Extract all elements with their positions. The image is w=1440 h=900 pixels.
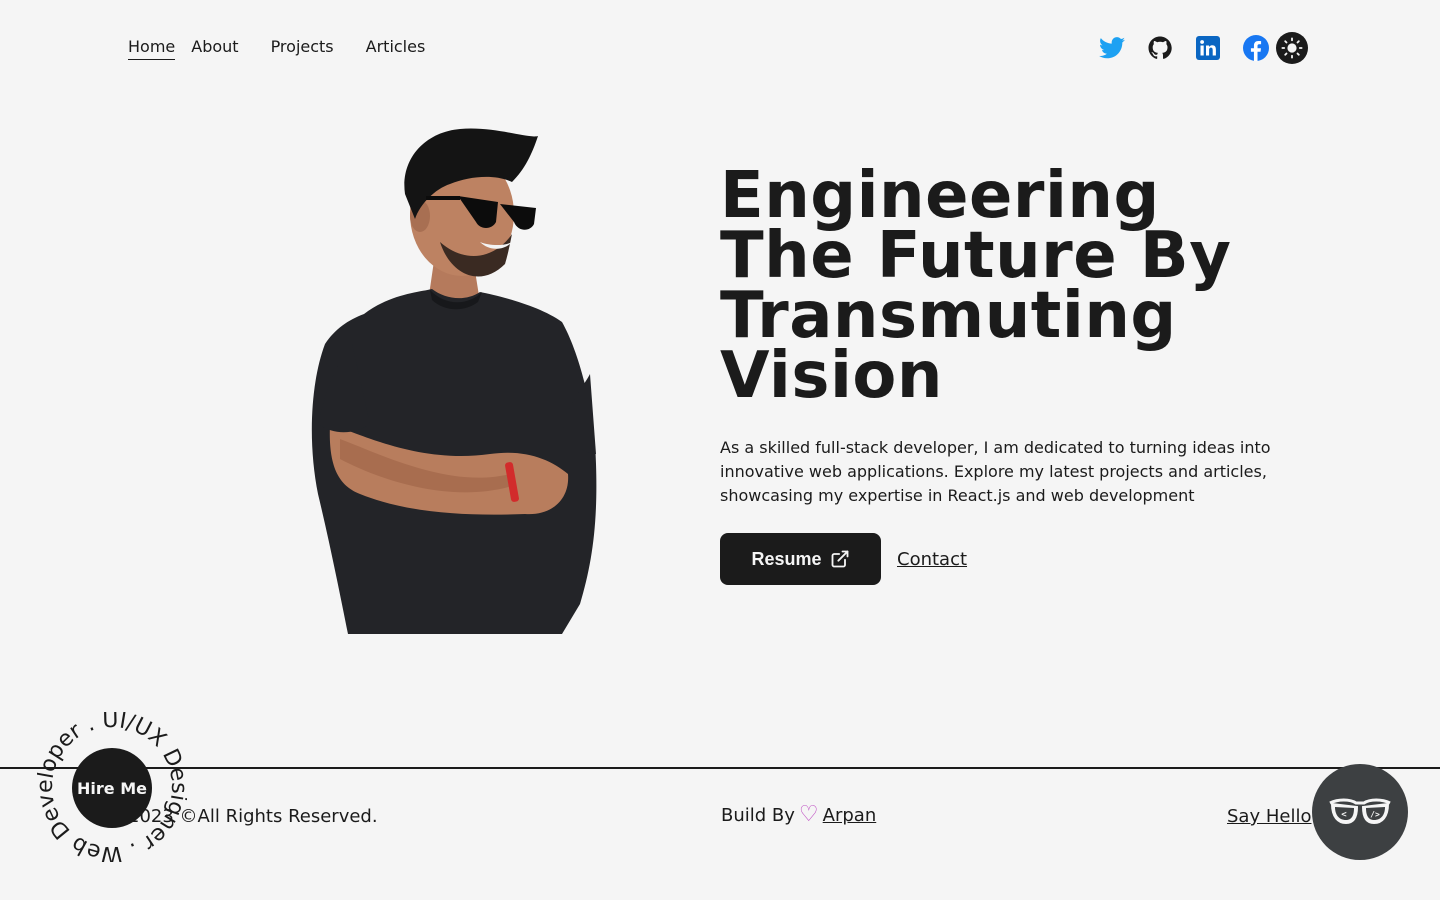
nav-link-projects[interactable]: Projects: [271, 37, 334, 60]
hero-description: As a skilled full-stack developer, I am …: [720, 438, 1271, 505]
external-link-icon: [831, 550, 848, 568]
resume-label: Resume: [751, 548, 822, 569]
facebook-icon: [1243, 35, 1269, 61]
theme-toggle-button[interactable]: [1276, 32, 1308, 64]
nav-links: Home About Projects Articles: [128, 37, 425, 60]
hero-section: Engineering The Future By Transmuting Vi…: [720, 159, 1310, 585]
nav-link-home[interactable]: Home: [128, 37, 176, 60]
built-by: Build By ♡ Arpan: [721, 804, 876, 826]
profile-photo: [300, 124, 600, 636]
floating-chat-button[interactable]: < />: [1312, 764, 1408, 860]
heart-icon: ♡: [798, 802, 819, 827]
social-links: [1096, 32, 1308, 64]
glasses-code-icon: < />: [1329, 798, 1391, 825]
hero-actions: Resume Contact: [720, 533, 1310, 585]
facebook-link[interactable]: [1240, 32, 1272, 64]
linkedin-link[interactable]: [1192, 32, 1224, 64]
theme-toggle: [1276, 32, 1308, 64]
nav-link-articles[interactable]: Articles: [366, 37, 426, 60]
hire-me-badge: Web Developer . UI/UX Designer . Hire Me: [20, 695, 203, 879]
author-link[interactable]: Arpan: [823, 805, 877, 826]
linkedin-icon: [1196, 36, 1220, 60]
contact-link[interactable]: Contact: [897, 549, 967, 570]
github-link[interactable]: [1144, 32, 1176, 64]
svg-text:<: <: [1341, 810, 1347, 820]
top-nav: Home About Projects Articles: [0, 0, 1440, 96]
sun-icon: [1281, 37, 1303, 59]
twitter-link[interactable]: [1096, 32, 1128, 64]
twitter-icon: [1099, 37, 1125, 59]
hire-me-button[interactable]: Hire Me: [72, 748, 152, 828]
nav-link-about[interactable]: About: [191, 37, 238, 60]
footer: 2023 ©All Rights Reserved. Build By ♡ Ar…: [0, 767, 1440, 900]
svg-text:/>: />: [1370, 810, 1380, 819]
github-icon: [1148, 36, 1172, 59]
hero-title: Engineering The Future By Transmuting Vi…: [720, 159, 1232, 413]
say-hello-link[interactable]: Say Hello: [1227, 806, 1311, 827]
resume-button[interactable]: Resume: [720, 533, 881, 585]
built-by-prefix: Build By: [721, 804, 795, 826]
